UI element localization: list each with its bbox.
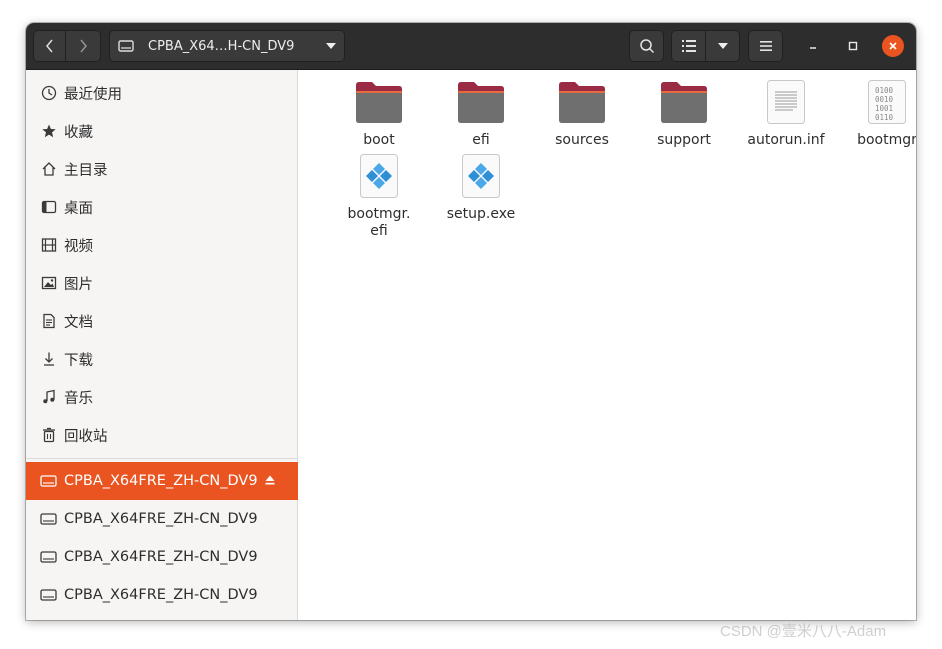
- close-button[interactable]: [882, 35, 904, 57]
- binary-text: 0100: [875, 86, 894, 95]
- sidebar-item-label: 图片: [64, 276, 93, 293]
- close-icon: [889, 42, 897, 50]
- file-name: setup.exe: [446, 206, 516, 222]
- file-item-boot[interactable]: boot: [339, 77, 419, 149]
- folder-icon: [557, 77, 607, 127]
- sidebar-item-label: 回收站: [64, 428, 108, 445]
- list-view-button[interactable]: [671, 30, 706, 62]
- sidebar-item-label: 音乐: [64, 390, 93, 407]
- eject-icon[interactable]: [264, 474, 278, 488]
- document-icon: [40, 313, 57, 330]
- chevron-right-icon: [80, 39, 87, 53]
- watermark: CSDN @壹米八八-Adam: [720, 623, 887, 640]
- sidebar-item-label: 主目录: [64, 162, 108, 179]
- drive-icon: [118, 40, 134, 52]
- sidebar-item-label: CPBA_X64FRE_ZH-CN_DV9: [64, 587, 258, 603]
- file-manager-window: CPBA_X64…H-CN_DV9 最近使用 收藏 主目录 桌面 视频 图片 文…: [26, 23, 916, 620]
- sidebar-item-label: 视频: [64, 238, 93, 255]
- search-button[interactable]: [629, 30, 664, 62]
- sidebar-item-label: CPBA_X64FRE_ZH-CN_DV9: [64, 511, 258, 527]
- file-name: autorun.inf: [747, 132, 825, 148]
- sidebar-item-desktop[interactable]: 桌面: [26, 188, 298, 226]
- binary-text: 0010: [875, 95, 894, 104]
- binary-text: 0110: [875, 113, 894, 122]
- sidebar-item-label: 最近使用: [64, 86, 122, 103]
- sidebar-item-device[interactable]: CPBA_X64FRE_ZH-CN_DV9: [26, 576, 298, 614]
- maximize-icon: [848, 41, 858, 51]
- sidebar-item-home[interactable]: 主目录: [26, 150, 298, 188]
- executable-icon: [354, 151, 404, 201]
- drive-icon: [40, 549, 57, 566]
- sidebar-item-music[interactable]: 音乐: [26, 378, 298, 416]
- sidebar-item-recent[interactable]: 最近使用: [26, 74, 298, 112]
- sidebar-item-device[interactable]: CPBA_X64FRE_ZH-CN_DV9: [26, 538, 298, 576]
- clock-icon: [40, 85, 57, 102]
- search-icon: [639, 39, 654, 54]
- file-item-setup[interactable]: setup.exe: [441, 151, 521, 223]
- caret-down-icon: [717, 43, 728, 49]
- drive-icon: [40, 587, 57, 604]
- sidebar-item-pictures[interactable]: 图片: [26, 264, 298, 302]
- back-button[interactable]: [33, 30, 66, 62]
- list-view-icon: [681, 40, 696, 52]
- header-bar: CPBA_X64…H-CN_DV9: [26, 23, 916, 70]
- drive-icon: [40, 473, 57, 490]
- view-options-button[interactable]: [706, 30, 740, 62]
- hamburger-icon: [759, 41, 772, 51]
- sidebar-item-videos[interactable]: 视频: [26, 226, 298, 264]
- caret-down-icon: [326, 43, 336, 49]
- download-icon: [40, 351, 57, 368]
- menu-button[interactable]: [748, 30, 783, 62]
- folder-icon: [659, 77, 709, 127]
- home-icon: [40, 161, 57, 178]
- sidebar-item-device[interactable]: CPBA_X64FRE_ZH-CN_DV9: [26, 500, 298, 538]
- text-file-icon: [761, 77, 811, 127]
- sidebar-item-device[interactable]: CPBA_X64FRE_ZH-CN_DV9: [26, 462, 298, 500]
- folder-icon: [456, 77, 506, 127]
- path-label: CPBA_X64…H-CN_DV9: [148, 38, 295, 54]
- file-item-efi[interactable]: efi: [441, 77, 521, 149]
- file-name: sources: [555, 132, 609, 148]
- folder-icon: [354, 77, 404, 127]
- sidebar-item-label: CPBA_X64FRE_ZH-CN_DV9: [64, 549, 258, 565]
- minimize-icon: [810, 47, 816, 49]
- file-grid: boot efi sources support autorun.inf 010…: [299, 70, 916, 620]
- desktop-icon: [40, 199, 57, 216]
- binary-file-icon: 0100 0010 1001 0110: [862, 77, 912, 127]
- sidebar-item-label: 桌面: [64, 200, 93, 217]
- forward-button[interactable]: [66, 30, 101, 62]
- sidebar-item-label: 收藏: [64, 124, 93, 141]
- maximize-button[interactable]: [842, 35, 864, 57]
- sidebar-item-trash[interactable]: 回收站: [26, 416, 298, 454]
- file-name: support: [657, 132, 711, 148]
- music-icon: [40, 389, 57, 406]
- drive-icon: [40, 511, 57, 528]
- file-item-bootmgr[interactable]: 0100 0010 1001 0110 bootmgr: [847, 77, 916, 149]
- sidebar-item-label: CPBA_X64FRE_ZH-CN_DV9: [64, 473, 258, 489]
- file-item-autorun[interactable]: autorun.inf: [746, 77, 826, 149]
- trash-icon: [40, 427, 57, 444]
- binary-text: 1001: [875, 104, 893, 113]
- star-icon: [40, 123, 57, 140]
- file-name: bootmgr: [857, 132, 916, 148]
- video-icon: [40, 237, 57, 254]
- sidebar-divider: [26, 458, 297, 459]
- file-name: boot: [363, 132, 395, 148]
- file-item-sources[interactable]: sources: [542, 77, 622, 149]
- file-name: efi: [472, 132, 490, 148]
- file-item-support[interactable]: support: [644, 77, 724, 149]
- path-bar[interactable]: CPBA_X64…H-CN_DV9: [109, 30, 345, 62]
- sidebar: 最近使用 收藏 主目录 桌面 视频 图片 文档 下载 音乐 回收站 CPBA_X…: [26, 70, 298, 620]
- picture-icon: [40, 275, 57, 292]
- executable-icon: [456, 151, 506, 201]
- minimize-button[interactable]: [802, 35, 824, 57]
- sidebar-item-label: 文档: [64, 314, 93, 331]
- sidebar-item-label: 下载: [64, 352, 93, 369]
- chevron-left-icon: [45, 39, 53, 53]
- file-name: bootmgr. efi: [347, 206, 411, 239]
- file-item-bootmgr-efi[interactable]: bootmgr. efi: [339, 151, 419, 240]
- sidebar-item-documents[interactable]: 文档: [26, 302, 298, 340]
- sidebar-item-starred[interactable]: 收藏: [26, 112, 298, 150]
- sidebar-item-downloads[interactable]: 下载: [26, 340, 298, 378]
